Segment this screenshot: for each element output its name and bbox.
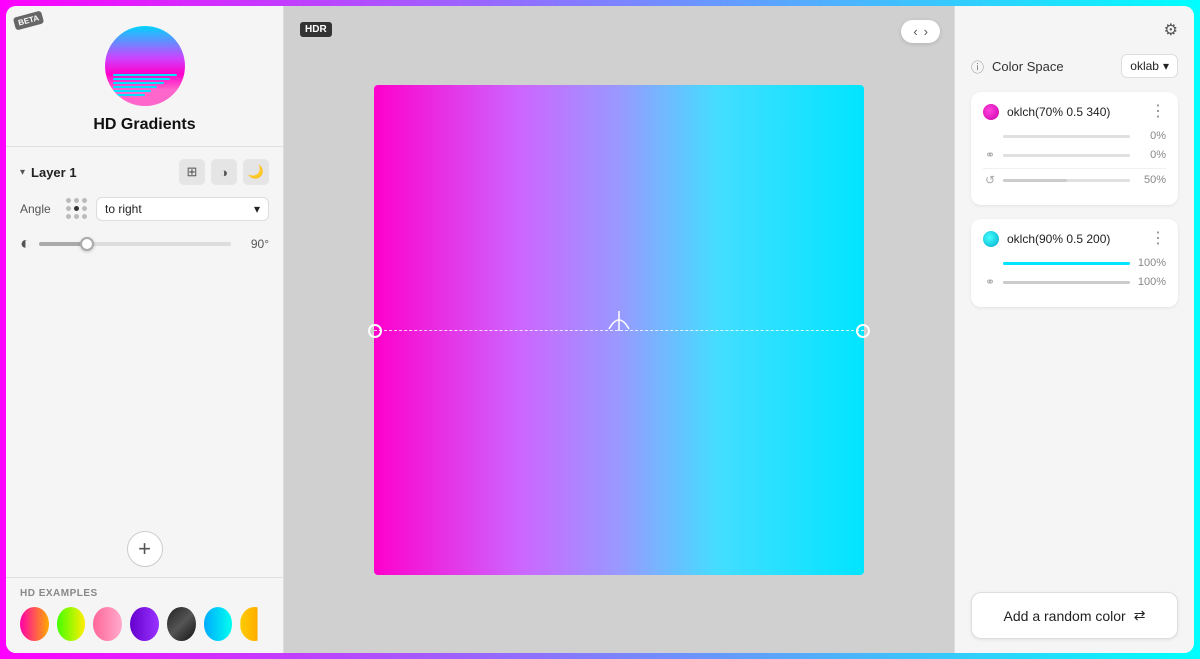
color-stop-1-slider-2[interactable] [1003, 154, 1130, 157]
add-layer-button[interactable]: + [127, 531, 163, 567]
gradient-line [374, 330, 864, 331]
dots-grid[interactable] [66, 198, 88, 220]
color-stop-1-more-button[interactable]: ⋮ [1150, 104, 1166, 120]
link-icon-2: ⚭ [983, 275, 997, 289]
color-stop-2-card: oklch(90% 0.5 200) ⋮ 100% ⚭ 100% [971, 219, 1178, 307]
rotation-icon: ◐ [20, 233, 31, 254]
add-btn-row: + [6, 521, 283, 577]
layer-moon-btn[interactable]: 🌙 [243, 159, 269, 185]
hdr-badge: HDR [300, 22, 332, 37]
gradient-midpoint-handle[interactable] [607, 309, 631, 336]
color-stop-2-slider-2-row: ⚭ 100% [983, 275, 1166, 289]
layer-header: ▾ Layer 1 ⊞ ◑ 🌙 [20, 159, 269, 185]
color-stop-2-slider-2[interactable] [1003, 281, 1130, 284]
add-random-color-label: Add a random color [1004, 608, 1126, 624]
hd-examples: HD EXAMPLES [6, 577, 283, 653]
rotation-value: 90° [239, 237, 269, 251]
color-stop-1-slider-3-value: 50% [1136, 174, 1166, 186]
app-title: HD Gradients [93, 116, 195, 134]
app-logo [105, 26, 185, 106]
rotation-row: ◐ 90° [20, 233, 269, 254]
main-container: BETA HD Gradients ▾ [6, 6, 1194, 653]
gradient-handle-left[interactable] [368, 324, 382, 338]
color-stop-1-dot[interactable] [983, 104, 999, 120]
nav-left-arrow[interactable]: ‹ [911, 24, 919, 39]
chevron-down-icon: ▾ [254, 202, 260, 216]
gradient-canvas[interactable] [374, 85, 864, 575]
color-stop-1-slider-1-row: 0% [983, 130, 1166, 142]
rotate-icon: ↺ [983, 173, 997, 187]
add-random-color-button[interactable]: Add a random color ⇄ [971, 592, 1178, 639]
layer-icons: ⊞ ◑ 🌙 [179, 159, 269, 185]
dot [74, 214, 79, 219]
sidebar-header: BETA HD Gradients [6, 6, 283, 147]
color-stop-1-slider-3[interactable] [1003, 179, 1130, 182]
dot [66, 214, 71, 219]
example-swatch-2[interactable] [57, 607, 86, 641]
example-swatch-1[interactable] [20, 607, 49, 641]
color-stop-1-slider-1-value: 0% [1136, 130, 1166, 142]
link-icon: ⚭ [983, 148, 997, 162]
example-swatch-7[interactable] [240, 607, 269, 641]
color-stop-1-header: oklch(70% 0.5 340) ⋮ [983, 104, 1166, 120]
layer-grid-btn[interactable]: ⊞ [179, 159, 205, 185]
color-space-dropdown[interactable]: oklab ▾ [1121, 54, 1178, 78]
example-swatch-5[interactable] [167, 607, 196, 641]
layer-name: Layer 1 [31, 165, 77, 180]
color-stop-2-more-button[interactable]: ⋮ [1150, 231, 1166, 247]
dot [66, 206, 71, 211]
layer-chevron-icon[interactable]: ▾ [20, 167, 25, 178]
color-space-label: Color Space [992, 59, 1113, 74]
color-stop-1-slider-1[interactable] [1003, 135, 1130, 138]
color-stop-1-slider-3-row: ↺ 50% [983, 173, 1166, 187]
angle-direction-value: to right [105, 202, 142, 216]
dot [82, 198, 87, 203]
settings-button[interactable]: ⚙ [1164, 20, 1178, 40]
nav-right-arrow[interactable]: › [922, 24, 930, 39]
shuffle-icon: ⇄ [1134, 607, 1146, 624]
dot [66, 198, 71, 203]
color-stop-2-slider-1-value: 100% [1136, 257, 1166, 269]
canvas-area: HDR ‹ › [284, 6, 954, 653]
separator [983, 168, 1166, 169]
angle-label: Angle [20, 202, 58, 216]
dot [82, 206, 87, 211]
example-swatch-6[interactable] [204, 607, 233, 641]
gradient-handle-right[interactable] [856, 324, 870, 338]
layer-title-row: ▾ Layer 1 [20, 165, 77, 180]
color-space-value: oklab [1130, 59, 1159, 73]
sidebar: BETA HD Gradients ▾ [6, 6, 284, 653]
dot-center [74, 206, 79, 211]
angle-row: Angle to right ▾ [20, 197, 269, 221]
color-stop-1-label: oklch(70% 0.5 340) [1007, 105, 1142, 119]
color-stop-1-slider-2-row: ⚭ 0% [983, 148, 1166, 162]
color-stop-2-dot[interactable] [983, 231, 999, 247]
color-stop-1-slider-2-value: 0% [1136, 149, 1166, 161]
color-stop-2-label: oklch(90% 0.5 200) [1007, 232, 1142, 246]
right-panel-top: ⚙ [971, 20, 1178, 40]
layer-section: ▾ Layer 1 ⊞ ◑ 🌙 Angle [6, 147, 283, 521]
color-stop-2-slider-1[interactable] [1003, 262, 1130, 265]
right-panel: ⚙ ⓘ Color Space oklab ▾ oklch(70% 0.5 34… [954, 6, 1194, 653]
hd-examples-label: HD EXAMPLES [20, 588, 269, 599]
example-swatch-3[interactable] [93, 607, 122, 641]
dot [82, 214, 87, 219]
color-stop-2-header: oklch(90% 0.5 200) ⋮ [983, 231, 1166, 247]
info-icon: ⓘ [971, 57, 984, 76]
chevron-down-icon: ▾ [1163, 59, 1169, 73]
color-stop-2-slider-1-row: 100% [983, 257, 1166, 269]
color-stop-2-slider-2-value: 100% [1136, 276, 1166, 288]
beta-badge: BETA [13, 10, 45, 30]
dot [74, 198, 79, 203]
example-swatch-4[interactable] [130, 607, 159, 641]
rotation-slider[interactable] [39, 242, 231, 246]
color-stop-1-card: oklch(70% 0.5 340) ⋮ 0% ⚭ 0% [971, 92, 1178, 205]
layer-half-circle-btn[interactable]: ◑ [211, 159, 237, 185]
color-space-row: ⓘ Color Space oklab ▾ [971, 54, 1178, 78]
examples-row [20, 607, 269, 641]
angle-direction-dropdown[interactable]: to right ▾ [96, 197, 269, 221]
nav-arrows: ‹ › [901, 20, 940, 43]
